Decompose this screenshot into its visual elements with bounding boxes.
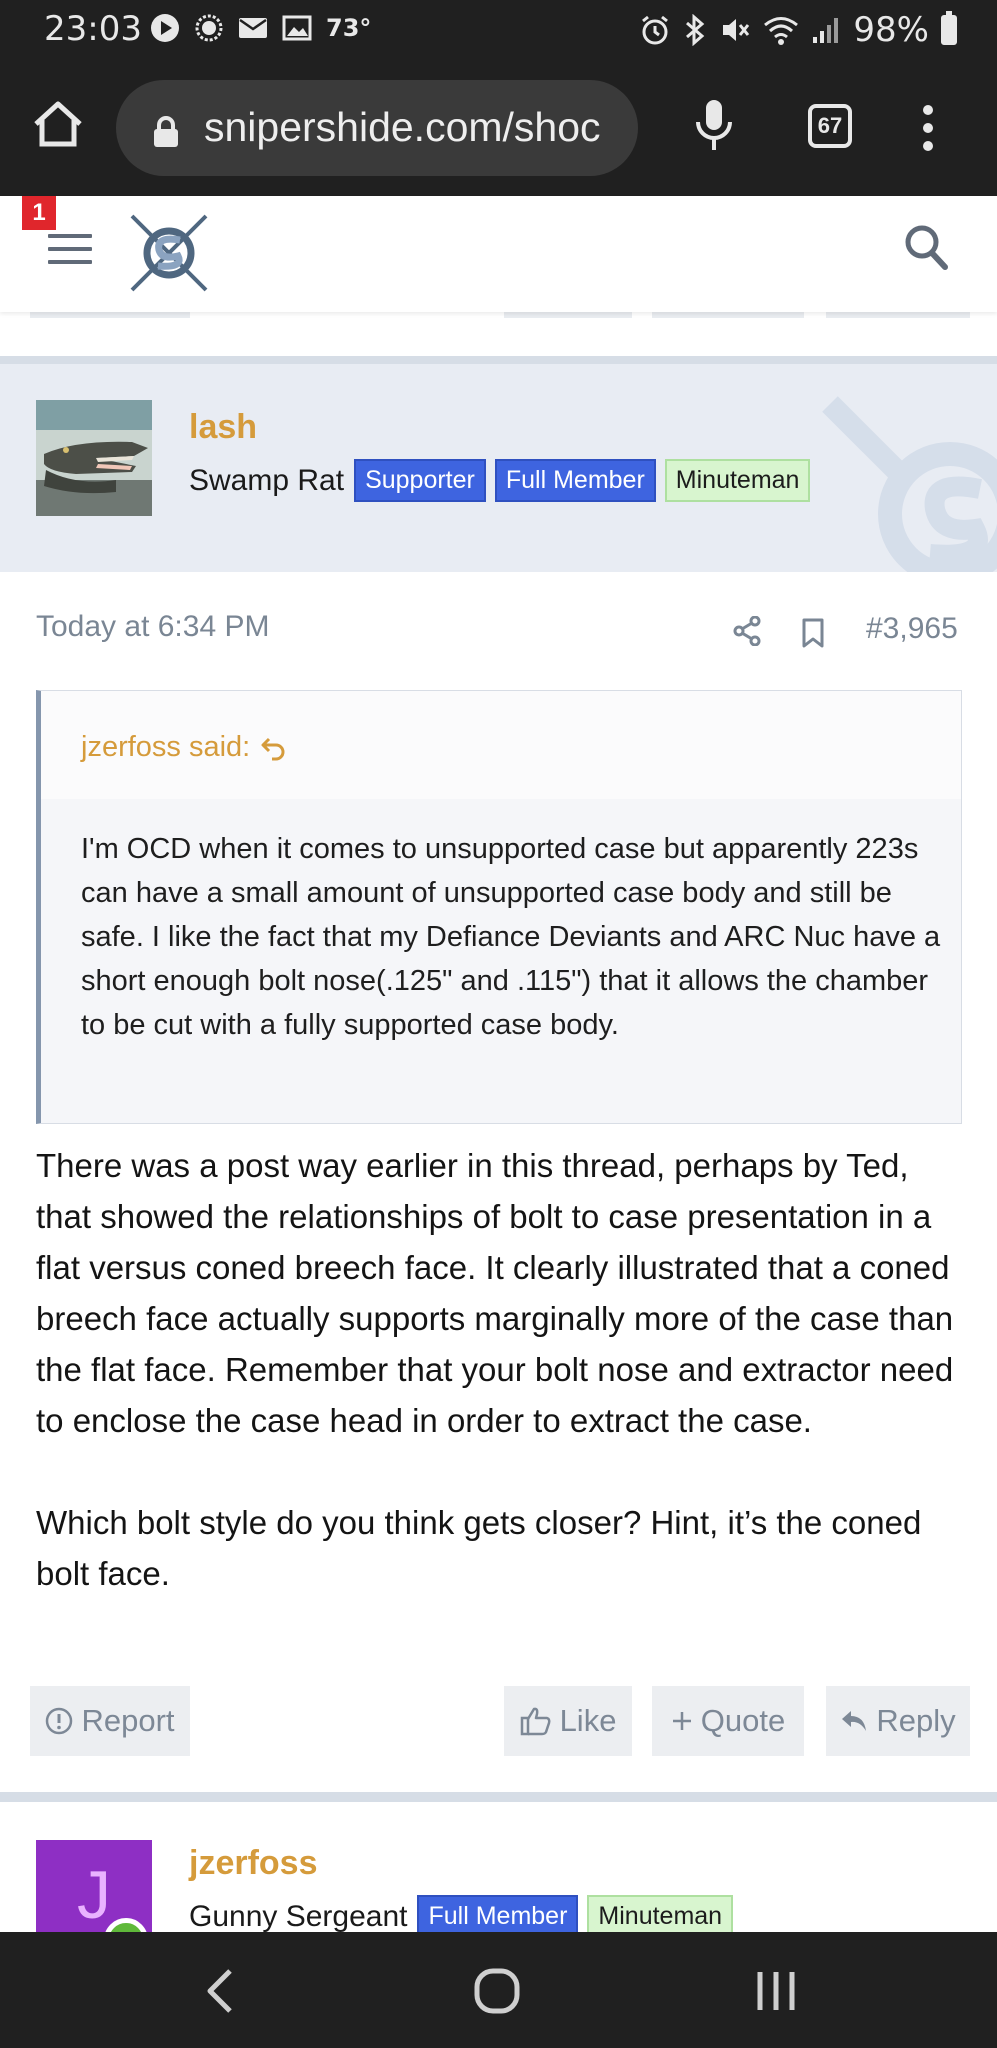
alarm-icon: [642, 15, 669, 45]
post-user-block: lash Swamp Rat Supporter Full Member Min…: [0, 364, 997, 572]
system-navigation-bar: [0, 1932, 997, 2048]
quote-body: I'm OCD when it comes to unsupported cas…: [81, 833, 941, 1041]
bookmark-icon[interactable]: [801, 618, 825, 648]
user-title: Gunny Sergeant: [189, 1899, 408, 1933]
notification-badge[interactable]: 1: [22, 196, 56, 230]
quote-author[interactable]: jzerfoss said:: [81, 731, 250, 764]
messenger-icon: [195, 14, 223, 42]
badge-minuteman: Minuteman: [587, 1895, 734, 1932]
battery-icon: [941, 11, 957, 45]
plus-icon: [672, 1712, 691, 1730]
post-divider: [0, 1792, 997, 1802]
url-text[interactable]: snipershide.com/shoc: [204, 104, 601, 151]
badge-minuteman: Minuteman: [664, 459, 811, 502]
status-left-icons: 73°: [150, 13, 371, 43]
badge-supporter: Supporter: [354, 459, 486, 502]
next-post-user-block: J jzerfoss Gunny Sergeant Full Member Mi…: [0, 1802, 997, 1932]
quote-header: jzerfoss said:: [41, 691, 961, 799]
play-icon: [151, 14, 179, 42]
reply-icon: [842, 1711, 867, 1731]
lock-icon: [154, 116, 178, 147]
back-icon[interactable]: [204, 1968, 236, 2014]
avatar[interactable]: J: [36, 1840, 152, 1932]
report-label[interactable]: Report: [81, 1703, 174, 1739]
post-date[interactable]: Today at 6:34 PM: [36, 610, 269, 644]
quote-jump-icon[interactable]: [260, 735, 286, 761]
post-number-link[interactable]: #3,965: [866, 612, 958, 646]
quote-block: jzerfoss said: I'm OCD when it comes to …: [36, 690, 962, 1124]
avatar[interactable]: [36, 400, 152, 516]
site-logo[interactable]: [128, 210, 210, 294]
post-body: There was a post way earlier in this thr…: [36, 1140, 966, 1599]
thumbs-up-icon: [520, 1707, 551, 1736]
address-bar[interactable]: snipershide.com/shoc: [116, 80, 638, 176]
home-icon[interactable]: [30, 96, 86, 152]
microphone-icon[interactable]: [694, 98, 734, 154]
menu-icon[interactable]: [48, 234, 92, 264]
post-meta: Today at 6:34 PM #3,965: [0, 572, 997, 690]
badge-full-member: Full Member: [417, 1895, 579, 1932]
post-actions: Report Like Quote Reply: [0, 1686, 997, 1756]
report-button[interactable]: Report: [30, 1686, 190, 1756]
status-right-icons: 98%: [639, 10, 957, 50]
quote-author-link[interactable]: jzerfoss said:: [81, 731, 286, 764]
site-header: 1: [0, 196, 997, 312]
mute-icon: [723, 19, 750, 41]
mail-icon: [239, 18, 267, 38]
status-temperature: 73°: [326, 14, 372, 42]
alligator-avatar-image: [36, 400, 152, 516]
home-button-icon[interactable]: [474, 1968, 520, 2014]
post-paragraph: There was a post way earlier in this thr…: [36, 1147, 954, 1439]
browser-toolbar: snipershide.com/shoc 67: [0, 58, 997, 196]
like-button[interactable]: Like: [504, 1686, 632, 1756]
reply-button[interactable]: Reply: [826, 1686, 970, 1756]
badge-full-member: Full Member: [494, 459, 656, 502]
bluetooth-icon: [686, 14, 705, 46]
status-battery-text: 98%: [853, 10, 929, 50]
more-options-icon[interactable]: [920, 102, 936, 154]
status-bar: 23:03 73° 98%: [0, 0, 997, 58]
signal-icon: [813, 18, 839, 43]
user-title: Swamp Rat: [189, 463, 345, 497]
watermark-logo: [822, 396, 997, 572]
tab-switcher-button[interactable]: 67: [808, 104, 852, 148]
search-icon[interactable]: [904, 224, 948, 270]
image-icon: [282, 15, 312, 41]
share-icon[interactable]: [733, 616, 761, 646]
recent-apps-icon[interactable]: [754, 1970, 798, 2012]
report-icon: [46, 1707, 73, 1735]
quote-button[interactable]: Quote: [652, 1686, 804, 1756]
post-paragraph: Which bolt style do you think gets close…: [36, 1504, 922, 1592]
status-time: 23:03: [44, 9, 142, 49]
post-divider: [0, 356, 997, 364]
user-title-row: Gunny Sergeant Full Member Minuteman: [189, 1895, 734, 1933]
reply-label[interactable]: Reply: [876, 1703, 955, 1739]
post-author-name[interactable]: lash: [189, 408, 257, 447]
post-author-name[interactable]: jzerfoss: [189, 1844, 318, 1883]
wifi-icon: [764, 17, 799, 45]
user-title-row: Swamp Rat Supporter Full Member Minutema…: [189, 459, 811, 502]
previous-post-actions-edge: [0, 312, 997, 362]
like-label[interactable]: Like: [560, 1703, 617, 1739]
quote-label[interactable]: Quote: [701, 1703, 785, 1739]
